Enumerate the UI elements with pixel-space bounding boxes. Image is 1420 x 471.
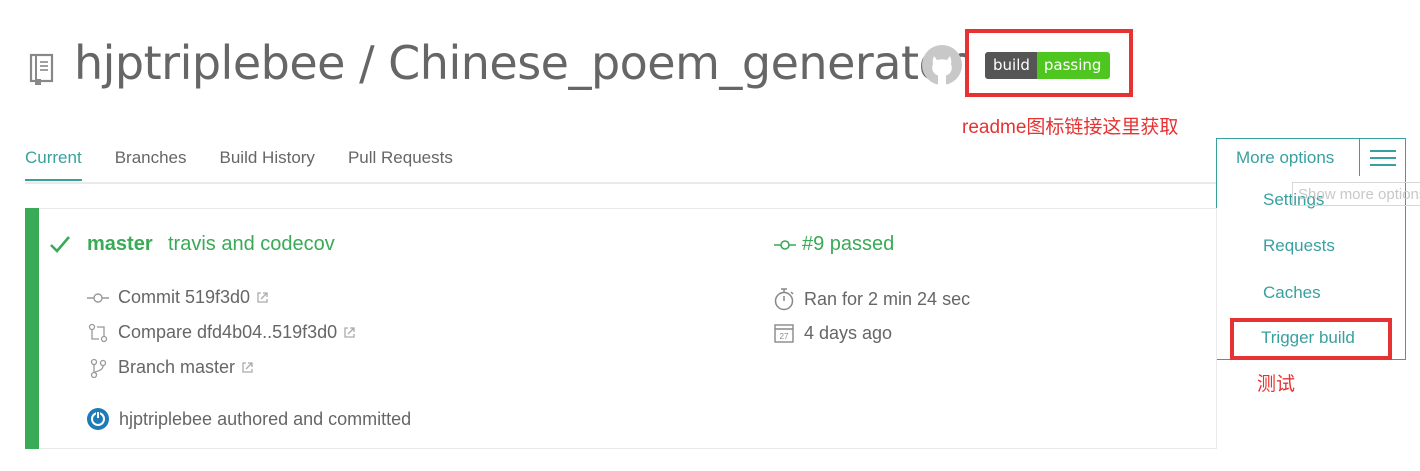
menu-item-caches[interactable]: Caches bbox=[1263, 283, 1321, 303]
commit-link[interactable]: Commit 519f3d0 bbox=[118, 287, 250, 308]
compare-row[interactable]: Compare dfd4b04..519f3d0 bbox=[87, 322, 365, 343]
compare-link[interactable]: Compare dfd4b04..519f3d0 bbox=[118, 322, 337, 343]
external-link-icon bbox=[344, 327, 355, 338]
menu-item-requests[interactable]: Requests bbox=[1263, 236, 1335, 256]
badge-annotation: readme图标链接这里获取 bbox=[962, 117, 1179, 138]
build-finished: 4 days ago bbox=[804, 322, 893, 343]
branch-icon bbox=[90, 358, 107, 378]
check-icon bbox=[48, 232, 72, 256]
compare-icon bbox=[88, 323, 108, 342]
build-tabs: Current Branches Build History Pull Requ… bbox=[25, 148, 486, 181]
branch-row[interactable]: Branch master bbox=[87, 357, 263, 378]
stopwatch-icon bbox=[774, 288, 794, 311]
badge-label: build bbox=[985, 52, 1037, 79]
commit-row[interactable]: Commit 519f3d0 bbox=[87, 287, 278, 308]
more-options-label[interactable]: More options bbox=[1217, 139, 1359, 176]
repo-icon bbox=[26, 52, 56, 86]
commit-icon bbox=[87, 292, 109, 303]
branch-link[interactable]: Branch master bbox=[118, 357, 235, 378]
avatar bbox=[87, 408, 109, 430]
tab-branches[interactable]: Branches bbox=[115, 148, 187, 181]
trigger-highlight-box bbox=[1230, 318, 1392, 360]
github-icon[interactable] bbox=[920, 43, 964, 87]
commit-message[interactable]: travis and codecov bbox=[168, 233, 335, 256]
author-row: hjptriplebee authored and committed bbox=[86, 407, 411, 431]
build-duration: Ran for 2 min 24 sec bbox=[804, 288, 971, 309]
tab-current[interactable]: Current bbox=[25, 148, 82, 181]
tab-pull-requests[interactable]: Pull Requests bbox=[348, 148, 453, 181]
tab-build-history[interactable]: Build History bbox=[220, 148, 315, 181]
external-link-icon bbox=[257, 292, 268, 303]
author-text: hjptriplebee authored and committed bbox=[119, 408, 412, 429]
branch-name[interactable]: master bbox=[87, 233, 153, 256]
build-number-label[interactable]: #9 passed bbox=[802, 233, 894, 256]
tabs-divider bbox=[25, 182, 1217, 184]
calendar-icon: 27 bbox=[774, 324, 794, 343]
more-options-button[interactable]: More options bbox=[1216, 138, 1406, 177]
trigger-annotation: 测试 bbox=[1257, 374, 1296, 395]
external-link-icon bbox=[242, 362, 253, 373]
build-number[interactable]: #9 passed bbox=[774, 233, 894, 256]
hamburger-icon[interactable] bbox=[1359, 139, 1405, 176]
repo-title: hjptriplebee / Chinese_poem_generator bbox=[74, 36, 965, 90]
finished-row: 27 4 days ago bbox=[773, 322, 892, 344]
calendar-day: 27 bbox=[780, 332, 789, 341]
status-bar bbox=[25, 208, 39, 449]
more-options-tooltip: Show more options bbox=[1292, 182, 1420, 206]
build-status-badge[interactable]: build passing bbox=[985, 52, 1111, 79]
badge-status: passing bbox=[1036, 52, 1111, 79]
duration-row: Ran for 2 min 24 sec bbox=[773, 287, 970, 311]
